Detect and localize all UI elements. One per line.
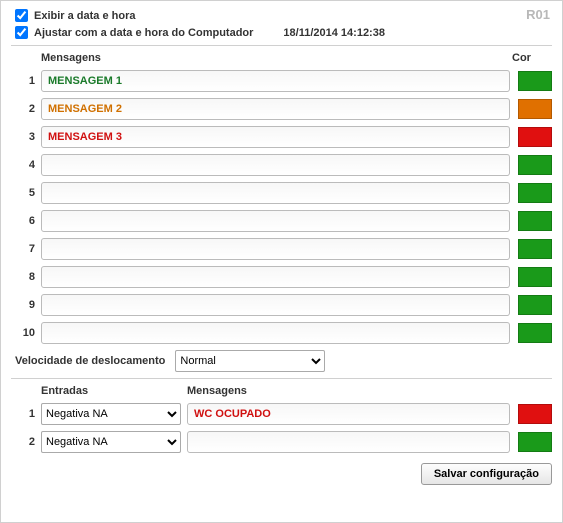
- entries-msg-header-label: Mensagens: [187, 385, 552, 397]
- save-row: Salvar configuração: [11, 463, 552, 485]
- datetime-value: 18/11/2014 14:12:38: [283, 27, 385, 39]
- color-swatch[interactable]: [518, 71, 552, 91]
- message-input[interactable]: [41, 126, 510, 148]
- message-row: 7: [11, 238, 552, 260]
- entry-row-number: 1: [11, 408, 35, 420]
- message-row-number: 10: [11, 327, 35, 339]
- messages-container: 1 2 3 4 5 6 7 8 9 10: [11, 70, 552, 344]
- speed-label: Velocidade de deslocamento: [15, 355, 165, 367]
- entry-row: 2 Negativa NA: [11, 431, 552, 453]
- sync-computer-label: Ajustar com a data e hora do Computador: [34, 27, 253, 39]
- messages-headers: Mensagens Cor: [11, 52, 552, 64]
- message-row-number: 4: [11, 159, 35, 171]
- message-input[interactable]: [41, 98, 510, 120]
- entries-container: 1 Negativa NA 2 Negativa NA: [11, 403, 552, 453]
- entry-row: 1 Negativa NA: [11, 403, 552, 425]
- color-swatch[interactable]: [518, 404, 552, 424]
- message-row-number: 6: [11, 215, 35, 227]
- message-row-number: 9: [11, 299, 35, 311]
- message-input[interactable]: [41, 294, 510, 316]
- message-input[interactable]: [41, 238, 510, 260]
- message-row-number: 8: [11, 271, 35, 283]
- message-row: 6: [11, 210, 552, 232]
- message-row: 8: [11, 266, 552, 288]
- config-panel: R01 Exibir a data e hora Ajustar com a d…: [0, 0, 563, 523]
- message-row-number: 1: [11, 75, 35, 87]
- entry-row-number: 2: [11, 436, 35, 448]
- message-row: 4: [11, 154, 552, 176]
- entries-headers: Entradas Mensagens: [11, 385, 552, 397]
- color-swatch[interactable]: [518, 239, 552, 259]
- show-datetime-checkbox[interactable]: [15, 9, 28, 22]
- color-swatch[interactable]: [518, 211, 552, 231]
- message-row-number: 5: [11, 187, 35, 199]
- message-row-number: 2: [11, 103, 35, 115]
- message-input[interactable]: [41, 266, 510, 288]
- entry-message-input[interactable]: [187, 431, 510, 453]
- sync-computer-checkbox[interactable]: [15, 26, 28, 39]
- color-swatch[interactable]: [518, 183, 552, 203]
- message-row: 5: [11, 182, 552, 204]
- separator: [11, 378, 552, 379]
- color-swatch[interactable]: [518, 323, 552, 343]
- entries-header-label: Entradas: [41, 385, 187, 397]
- message-row: 9: [11, 294, 552, 316]
- entry-message-input[interactable]: [187, 403, 510, 425]
- color-swatch[interactable]: [518, 267, 552, 287]
- message-row: 2: [11, 98, 552, 120]
- message-row: 3: [11, 126, 552, 148]
- message-row: 1: [11, 70, 552, 92]
- message-row-number: 7: [11, 243, 35, 255]
- message-row-number: 3: [11, 131, 35, 143]
- color-header-label: Cor: [512, 52, 552, 64]
- save-button[interactable]: Salvar configuração: [421, 463, 552, 485]
- speed-row: Velocidade de deslocamento Normal: [15, 350, 552, 372]
- color-swatch[interactable]: [518, 127, 552, 147]
- panel-id-label: R01: [526, 7, 550, 22]
- show-datetime-row: Exibir a data e hora: [15, 9, 552, 22]
- entry-type-select[interactable]: Negativa NA: [41, 431, 181, 453]
- entry-type-select[interactable]: Negativa NA: [41, 403, 181, 425]
- separator: [11, 45, 552, 46]
- speed-select[interactable]: Normal: [175, 350, 325, 372]
- color-swatch[interactable]: [518, 155, 552, 175]
- message-row: 10: [11, 322, 552, 344]
- color-swatch[interactable]: [518, 432, 552, 452]
- color-swatch[interactable]: [518, 99, 552, 119]
- show-datetime-label: Exibir a data e hora: [34, 10, 135, 22]
- message-input[interactable]: [41, 322, 510, 344]
- color-swatch[interactable]: [518, 295, 552, 315]
- message-input[interactable]: [41, 182, 510, 204]
- message-input[interactable]: [41, 154, 510, 176]
- message-input[interactable]: [41, 210, 510, 232]
- sync-computer-row: Ajustar com a data e hora do Computador …: [15, 26, 552, 39]
- message-input[interactable]: [41, 70, 510, 92]
- messages-header-label: Mensagens: [41, 52, 512, 64]
